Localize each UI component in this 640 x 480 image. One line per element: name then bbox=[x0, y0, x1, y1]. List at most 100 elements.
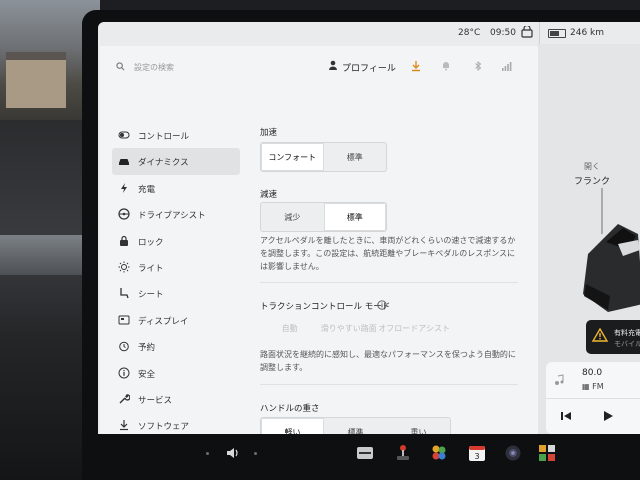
sidebar-item-5[interactable]: ライト bbox=[112, 254, 240, 280]
acceleration-title: 加速 bbox=[260, 128, 278, 138]
steering-option-2[interactable]: 重い bbox=[387, 418, 450, 435]
sidebar-item-label: ロック bbox=[138, 237, 164, 248]
regen-option-1[interactable]: 標準 bbox=[323, 203, 386, 231]
settings-search[interactable]: 設定の検索 bbox=[116, 60, 236, 74]
sidebar-item-label: 安全 bbox=[138, 369, 156, 380]
radio-band-label: FM bbox=[592, 382, 604, 391]
alert-subtitle: モバイル bbox=[614, 340, 640, 348]
toggle-icon bbox=[118, 131, 130, 139]
acceleration-option-0[interactable]: コンフォート bbox=[261, 143, 324, 171]
sidebar-item-label: サービス bbox=[138, 395, 173, 406]
sidebar-item-label: ダイナミクス bbox=[138, 158, 189, 169]
app-launcher-icon[interactable] bbox=[430, 444, 448, 462]
radio-band: ▦ FM bbox=[582, 382, 604, 391]
search-icon bbox=[116, 62, 125, 71]
search-placeholder: 設定の検索 bbox=[134, 63, 174, 72]
steering-mode-selector: 軽い 標準 重い bbox=[260, 417, 451, 434]
regen-option-0[interactable]: 減少 bbox=[261, 203, 324, 231]
sidebar-item-label: 予約 bbox=[138, 343, 156, 354]
background-house bbox=[6, 52, 66, 108]
status-bar: 28°C 09:50 246 km bbox=[98, 22, 640, 44]
sidebar-item-1[interactable]: ダイナミクス bbox=[112, 148, 240, 175]
play-icon[interactable] bbox=[602, 410, 614, 422]
car-render bbox=[583, 188, 640, 312]
acceleration-option-1[interactable]: 標準 bbox=[324, 143, 387, 171]
alert-title: 有料充電 bbox=[614, 329, 640, 337]
toybox-joystick-icon[interactable] bbox=[394, 444, 412, 462]
clock: 09:50 bbox=[490, 28, 516, 38]
previous-track-icon[interactable] bbox=[560, 410, 572, 422]
traction-option-2: オフロードアシスト bbox=[378, 323, 450, 333]
radio-frequency: 80.0 bbox=[582, 368, 603, 378]
sidebar-item-4[interactable]: ロック bbox=[112, 228, 240, 254]
traction-title: トラクションコントロール モード bbox=[260, 302, 391, 312]
recent-apps-icon[interactable] bbox=[538, 444, 556, 462]
steering-option-1[interactable]: 標準 bbox=[324, 418, 387, 435]
settings-sidebar: コントロール ダイナミクス 充電ドライブアシスト ロックライトシートディスプレイ 予約安… bbox=[112, 122, 240, 434]
sidebar-item-10[interactable]: サービス bbox=[112, 386, 240, 412]
sidebar-item-label: ディスプレイ bbox=[138, 316, 189, 327]
speaker-icon[interactable] bbox=[224, 444, 242, 462]
steering-option-0[interactable]: 軽い bbox=[261, 418, 324, 434]
paid-charging-alert[interactable]: 有料充電 モバイル bbox=[586, 320, 640, 354]
status-divider bbox=[539, 22, 540, 44]
regen-selector: 減少 標準 bbox=[260, 202, 387, 232]
sidebar-item-3[interactable]: ドライブアシスト bbox=[112, 201, 240, 227]
settings-panel: 設定の検索 プロフィール コントロール ダイナミクス 充電 ドライブアシスト ロック ライ… bbox=[100, 46, 538, 434]
music-note-icon bbox=[555, 374, 564, 385]
touchscreen: 28°C 09:50 246 km 設定の検索 プロフィール コントロール ダイナ… bbox=[98, 22, 640, 434]
bolt-icon bbox=[121, 182, 127, 193]
warning-icon bbox=[592, 328, 608, 342]
regen-description: アクセルペダルを離したときに、車両がどれくらいの速さで減速するかを調整します。こ… bbox=[260, 236, 516, 271]
dashcam-icon[interactable] bbox=[356, 444, 374, 462]
light-icon bbox=[118, 261, 130, 273]
steering-wheel-icon bbox=[118, 208, 130, 220]
sidebar-item-9[interactable]: 安全 bbox=[112, 360, 240, 386]
media-player: 80.0 ▦ FM bbox=[546, 362, 640, 434]
acceleration-selector: コンフォート 標準 bbox=[260, 142, 387, 172]
traction-option-0: 自動 bbox=[281, 323, 298, 333]
sidebar-item-8[interactable]: 予約 bbox=[112, 333, 240, 359]
info-icon[interactable] bbox=[377, 300, 387, 310]
car-icon bbox=[119, 159, 129, 166]
display-icon bbox=[118, 315, 130, 325]
traction-description: 路面状況を継続的に感知し、最適なパフォーマンスを保つよう自動的に調整します。 bbox=[260, 350, 516, 372]
sidebar-item-label: 充電 bbox=[138, 184, 156, 195]
sidebar-item-label: コントロール bbox=[138, 132, 190, 142]
sidebar-item-label: シート bbox=[138, 290, 164, 301]
volume-down-dot[interactable] bbox=[206, 452, 209, 455]
battery-icon bbox=[548, 29, 566, 38]
frunk-open-label: 開く bbox=[584, 162, 600, 171]
media-divider bbox=[546, 398, 640, 399]
outside-temperature: 28°C bbox=[458, 28, 481, 38]
sidebar-item-label: ソフトウェア bbox=[138, 422, 190, 433]
divider bbox=[260, 384, 518, 385]
camera-icon[interactable] bbox=[504, 444, 522, 462]
vehicle-panel: 開く フランク 有料充電 モバイル 80.0 ▦ FM bbox=[538, 44, 640, 434]
alarm-icon bbox=[119, 341, 129, 352]
lock-icon bbox=[120, 235, 128, 246]
calendar-icon[interactable]: 3 bbox=[468, 444, 486, 462]
wrench-icon bbox=[119, 394, 130, 404]
sidebar-item-7[interactable]: ディスプレイ bbox=[112, 307, 240, 333]
lock-icon[interactable] bbox=[520, 26, 534, 38]
bottom-dock: 3 bbox=[98, 434, 640, 480]
regen-title: 減速 bbox=[260, 190, 278, 200]
traction-option-1: 滑りやすい路面 bbox=[320, 323, 377, 333]
sidebar-item-label: ライト bbox=[138, 263, 164, 274]
sidebar-item-6[interactable]: シート bbox=[112, 280, 240, 306]
svg-text:3: 3 bbox=[474, 452, 479, 461]
sidebar-item-label: ドライブアシスト bbox=[138, 211, 206, 222]
divider bbox=[260, 282, 518, 283]
dynamics-settings: 加速 コンフォート 標準 減速 減少 標準 アクセルペダルを離したときに、車両がどれ… bbox=[260, 46, 530, 434]
sidebar-item-2[interactable]: 充電 bbox=[112, 175, 240, 201]
info-icon bbox=[118, 367, 130, 379]
sidebar-item-11[interactable]: ソフトウェア bbox=[112, 412, 240, 434]
battery-range: 246 km bbox=[570, 28, 605, 38]
download-icon bbox=[120, 420, 128, 431]
steering-title: ハンドルの重さ bbox=[260, 404, 320, 414]
traction-selector: 自動 滑りやすい路面 オフロードアシスト bbox=[260, 314, 450, 342]
volume-up-dot[interactable] bbox=[254, 452, 257, 455]
seat-icon bbox=[120, 288, 129, 299]
sidebar-item-0[interactable]: コントロール bbox=[112, 122, 240, 148]
